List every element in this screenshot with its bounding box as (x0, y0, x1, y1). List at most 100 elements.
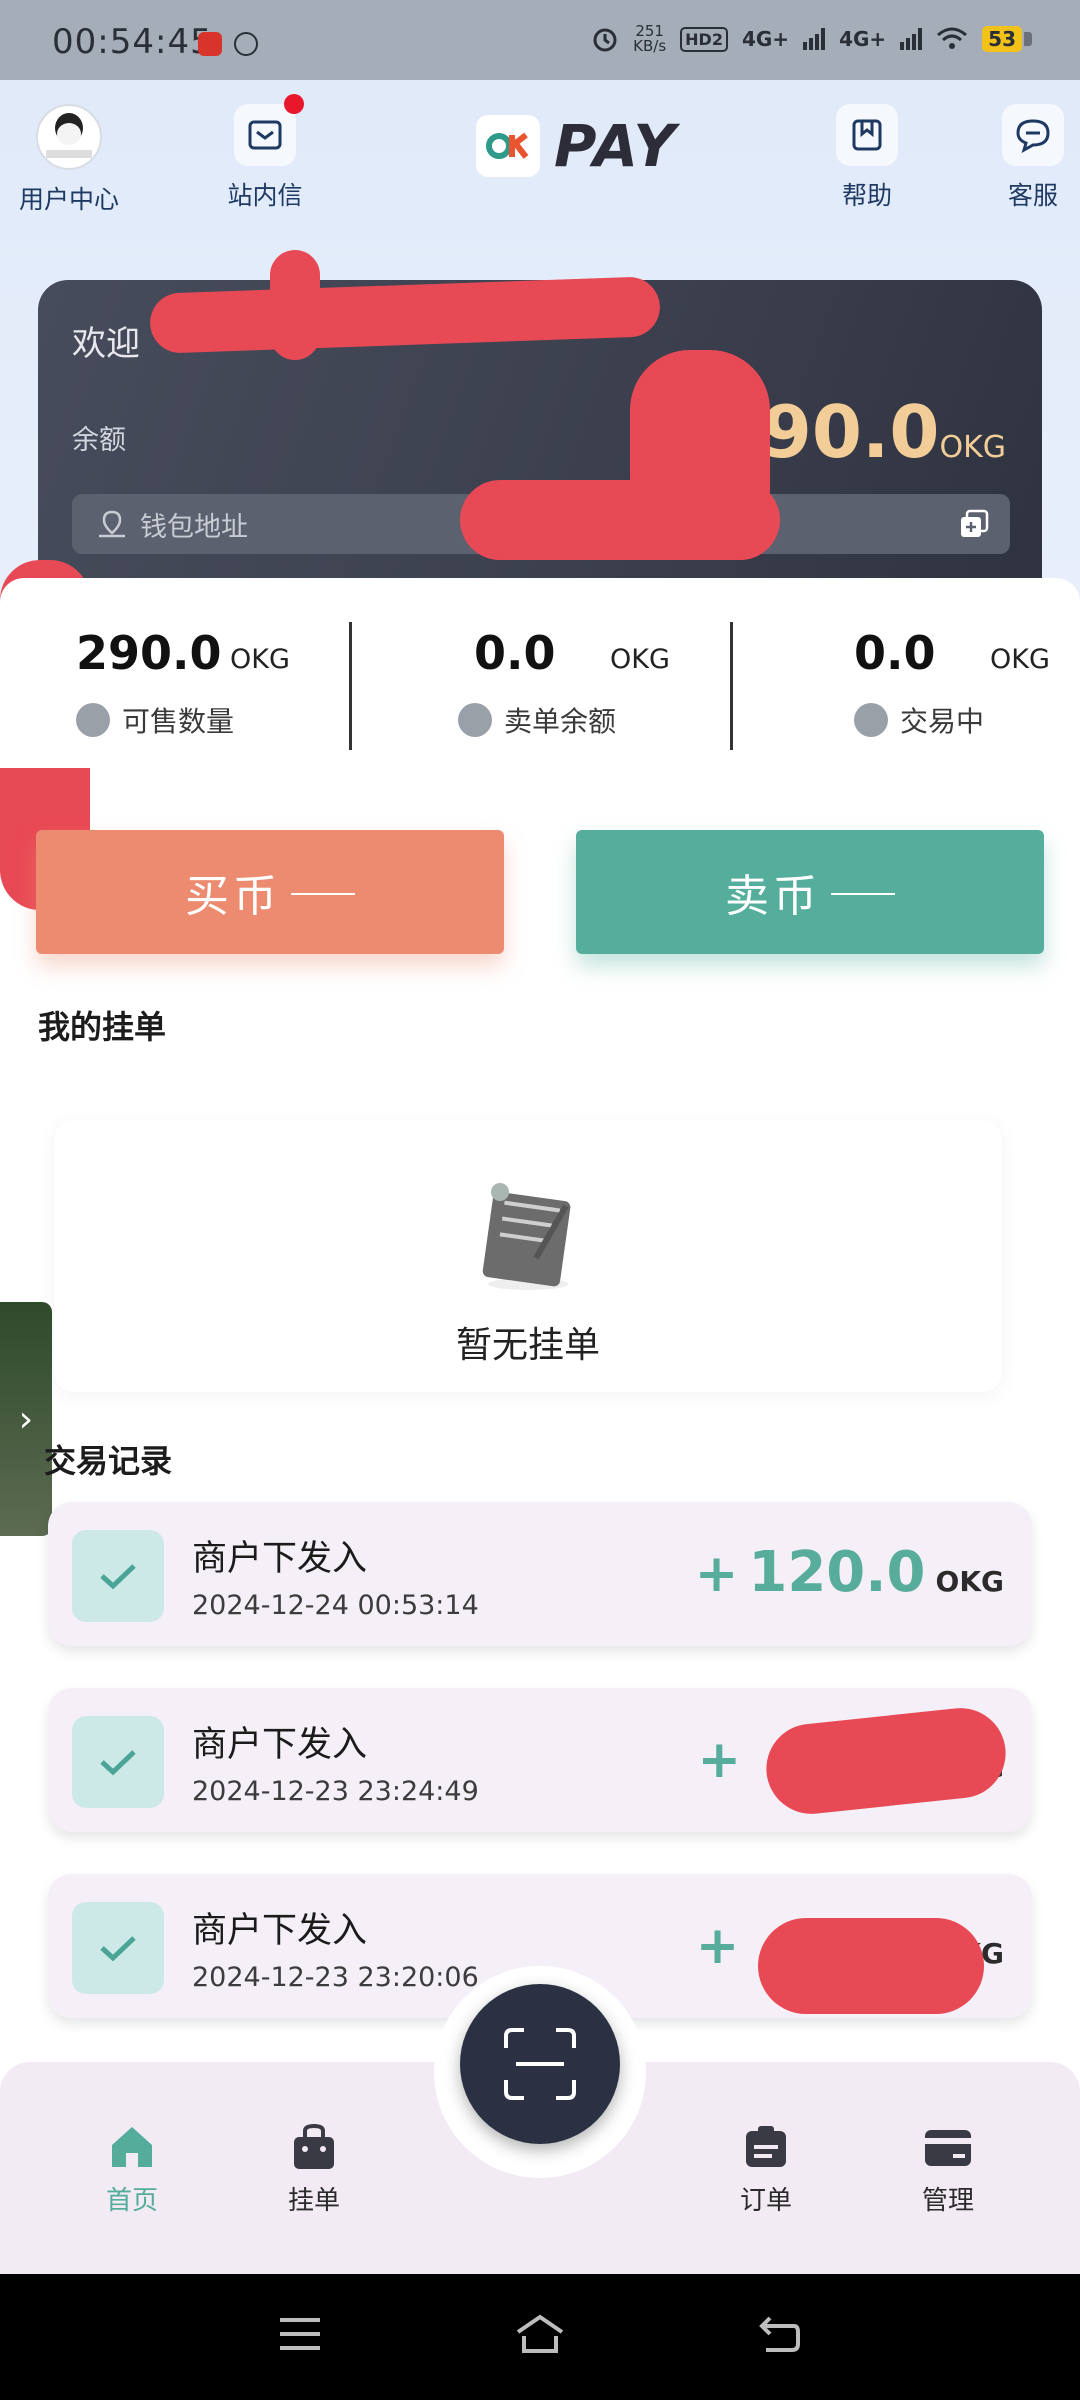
amount-sign: + (697, 1730, 742, 1790)
transaction-title: 商户下发入 (192, 1539, 368, 1579)
stat-trading: 0.0 OKG 交易中 (854, 626, 1080, 740)
check-icon (72, 1716, 164, 1808)
system-navigation-bar (0, 2274, 1080, 2400)
amount-sign: + (695, 1916, 740, 1976)
nav-orders[interactable]: 订单 (706, 2122, 826, 2217)
support-label: 客服 (1007, 181, 1058, 210)
support-button[interactable]: 客服 (968, 104, 1080, 212)
bag-icon (254, 2122, 374, 2172)
stat-label: 卖单余额 (504, 705, 617, 738)
check-icon (72, 1902, 164, 1994)
nav-listings-label: 挂单 (287, 2186, 340, 2216)
top-header: 用户中心 站内信 PAY 帮助 客服 (0, 90, 1080, 220)
status-bar: 00:54:45 251 KB/s HD2 4G+ 4G+ 53 (0, 0, 1080, 80)
my-orders-title: 我的挂单 (38, 1008, 167, 1046)
sell-button[interactable]: 卖币 (576, 830, 1044, 954)
unread-dot (284, 94, 304, 114)
balance-label: 余额 (72, 425, 126, 456)
user-center-button[interactable]: 用户中心 (4, 104, 134, 216)
net-speed-unit: KB/s (633, 37, 667, 55)
signal-icon (803, 28, 826, 50)
card-icon (888, 2122, 1008, 2172)
empty-document-icon (466, 1176, 596, 1300)
logo-icon (476, 115, 540, 177)
home-system-icon[interactable] (514, 2314, 566, 2358)
help-label: 帮助 (841, 181, 892, 210)
chat-icon (1002, 104, 1064, 166)
nav-home-label: 首页 (105, 2186, 158, 2216)
amount-unit: OKG (935, 1565, 1004, 1598)
wallet-address-placeholder: 钱包地址 (140, 511, 248, 543)
amount-sign: + (694, 1544, 739, 1604)
app-notification-icon (198, 32, 222, 56)
transaction-time: 2024-12-23 23:20:06 (192, 1962, 479, 1993)
battery-level: 53 (982, 26, 1022, 52)
divider (730, 622, 733, 750)
stat-sellable: 290.0 OKG 可售数量 (76, 626, 436, 740)
stats-panel: 290.0 OKG 可售数量 0.0 OKG 卖单余额 0.0 OKG 交易中 (0, 578, 1080, 768)
wifi-icon (937, 27, 968, 49)
buy-label: 买币 (185, 871, 281, 922)
network-type-2: 4G+ (839, 27, 887, 51)
welcome-text: 欢迎 (72, 324, 140, 364)
nav-manage-label: 管理 (921, 2186, 974, 2216)
stat-unit: OKG (610, 644, 670, 675)
redaction-mark (270, 250, 320, 360)
stat-sell-balance: 0.0 OKG 卖单余额 (458, 626, 818, 740)
nav-manage[interactable]: 管理 (888, 2122, 1008, 2217)
transaction-amount: 120.0 (748, 1540, 926, 1605)
brand-name: PAY (554, 112, 678, 180)
transaction-title: 商户下发入 (192, 1725, 368, 1765)
menu-icon[interactable] (278, 2314, 322, 2358)
transaction-row[interactable]: 商户下发入 2024-12-24 00:53:14 +120.0 OKG (48, 1502, 1032, 1646)
arrow-icon (831, 893, 895, 895)
app-logo: PAY (476, 112, 677, 180)
user-center-label: 用户中心 (18, 185, 119, 214)
home-icon (72, 2122, 192, 2172)
nav-orders-label: 订单 (739, 2186, 792, 2216)
nav-home[interactable]: 首页 (72, 2122, 192, 2217)
sync-icon (234, 32, 258, 56)
arrow-icon (291, 893, 355, 895)
mail-icon (234, 94, 304, 166)
document-icon (458, 703, 492, 737)
copy-icon[interactable] (958, 508, 990, 544)
battery-icon (1024, 32, 1032, 46)
transaction-title: 商户下发入 (192, 1911, 368, 1951)
stat-label: 可售数量 (122, 705, 235, 738)
side-drawer-handle[interactable]: › (0, 1302, 52, 1536)
alarm-icon (593, 28, 617, 52)
redaction-mark (758, 1918, 984, 2014)
location-icon (94, 509, 130, 539)
avatar (36, 104, 102, 170)
scan-button[interactable] (460, 1984, 620, 2144)
scan-icon (504, 2028, 576, 2100)
status-time: 00:54:45 (52, 22, 213, 62)
book-icon (836, 104, 898, 166)
sell-label: 卖币 (725, 871, 821, 922)
messages-label: 站内信 (227, 181, 303, 210)
empty-orders-card: 暂无挂单 (54, 1120, 1002, 1392)
signal-icon-2 (900, 28, 923, 50)
hd-badge: HD2 (680, 26, 728, 52)
chevron-right-icon: › (18, 1398, 34, 1440)
check-icon (72, 1530, 164, 1622)
network-type-1: 4G+ (741, 27, 790, 51)
back-icon[interactable] (758, 2314, 802, 2358)
trade-icon (854, 703, 888, 737)
buy-button[interactable]: 买币 (36, 830, 504, 954)
messages-button[interactable]: 站内信 (200, 94, 330, 212)
redaction-mark (460, 480, 780, 560)
empty-orders-text: 暂无挂单 (455, 1325, 600, 1366)
stat-unit: OKG (230, 644, 290, 675)
transaction-time: 2024-12-23 23:24:49 (192, 1776, 479, 1807)
balance-unit: OKG (939, 430, 1006, 465)
nav-listings[interactable]: 挂单 (254, 2122, 374, 2217)
help-button[interactable]: 帮助 (802, 104, 932, 212)
divider (349, 622, 352, 750)
transactions-title: 交易记录 (44, 1442, 173, 1480)
transaction-time: 2024-12-24 00:53:14 (192, 1590, 479, 1621)
coin-icon (76, 703, 110, 737)
stat-label: 交易中 (900, 705, 985, 738)
stat-unit: OKG (990, 644, 1050, 675)
